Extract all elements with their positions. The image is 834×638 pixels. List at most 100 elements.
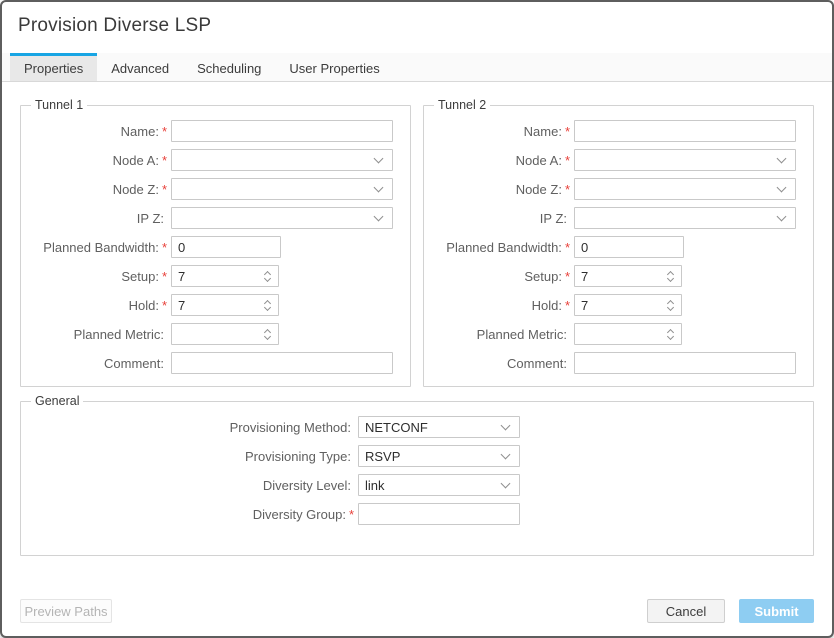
tunnel2-comment-input[interactable] (574, 352, 796, 374)
field-row: Hold:* (27, 294, 402, 316)
required-asterisk: * (565, 124, 570, 139)
tunnel1-planned-metric-label: Planned Metric: (27, 327, 167, 342)
diversity-group-label: Diversity Group:* (27, 507, 354, 522)
field-row: Diversity Level: link (27, 474, 805, 496)
tunnel2-hold-input[interactable] (575, 296, 668, 314)
field-row: Setup:* (430, 265, 805, 287)
general-legend: General (31, 394, 83, 408)
tunnel1-planned-bandwidth-input[interactable] (171, 236, 281, 258)
tunnel1-name-input[interactable] (171, 120, 393, 142)
tunnel1-node-a-select[interactable] (171, 149, 393, 171)
tab-scheduling[interactable]: Scheduling (183, 53, 275, 81)
diversity-level-label: Diversity Level: (27, 478, 354, 493)
tunnel1-name-label: Name:* (27, 124, 167, 139)
provisioning-type-select[interactable]: RSVP (358, 445, 520, 467)
tunnel2-comment-label: Comment: (430, 356, 570, 371)
required-asterisk: * (349, 507, 354, 522)
tunnel2-ip-z-label: IP Z: (430, 211, 570, 226)
field-row: Planned Bandwidth:* (27, 236, 402, 258)
chevron-down-icon (777, 154, 787, 164)
spinner-buttons[interactable] (668, 272, 681, 281)
tunnel1-fieldset: Tunnel 1 Name:* Node A:* Node Z:* (20, 98, 411, 387)
required-asterisk: * (565, 298, 570, 313)
tunnel1-ip-z-select[interactable] (171, 207, 393, 229)
field-row: Comment: (430, 352, 805, 374)
field-row: Provisioning Type: RSVP (27, 445, 805, 467)
provision-diverse-lsp-dialog: Provision Diverse LSP Properties Advance… (0, 0, 834, 638)
required-asterisk: * (162, 153, 167, 168)
field-row: Node A:* (27, 149, 402, 171)
tunnel2-setup-spinner[interactable] (574, 265, 682, 287)
required-asterisk: * (565, 182, 570, 197)
provisioning-type-label: Provisioning Type: (27, 449, 354, 464)
field-row: Name:* (430, 120, 805, 142)
tunnel1-planned-metric-input[interactable] (172, 325, 265, 343)
field-row: Planned Metric: (27, 323, 402, 345)
tunnel1-setup-input[interactable] (172, 267, 265, 285)
cancel-button[interactable]: Cancel (647, 599, 725, 623)
tunnel2-node-a-select[interactable] (574, 149, 796, 171)
spinner-buttons[interactable] (265, 272, 278, 281)
tunnel1-node-z-select[interactable] (171, 178, 393, 200)
tunnel2-hold-spinner[interactable] (574, 294, 682, 316)
tunnel1-legend: Tunnel 1 (31, 98, 87, 112)
field-row: Provisioning Method: NETCONF (27, 416, 805, 438)
tunnel2-planned-bandwidth-input[interactable] (574, 236, 684, 258)
tunnel2-planned-metric-input[interactable] (575, 325, 668, 343)
field-row: IP Z: (430, 207, 805, 229)
field-row: Node Z:* (27, 178, 402, 200)
diversity-level-select[interactable]: link (358, 474, 520, 496)
required-asterisk: * (162, 240, 167, 255)
tunnel1-comment-input[interactable] (171, 352, 393, 374)
field-row: Node Z:* (430, 178, 805, 200)
tunnel1-setup-spinner[interactable] (171, 265, 279, 287)
spinner-buttons[interactable] (265, 330, 278, 339)
tunnel2-ip-z-select[interactable] (574, 207, 796, 229)
spinner-buttons[interactable] (668, 330, 681, 339)
chevron-down-icon (501, 479, 511, 489)
provisioning-method-label: Provisioning Method: (27, 420, 354, 435)
tunnel1-hold-label: Hold:* (27, 298, 167, 313)
spinner-buttons[interactable] (265, 301, 278, 310)
tab-properties[interactable]: Properties (10, 53, 97, 81)
field-row: Setup:* (27, 265, 402, 287)
dialog-footer: Preview Paths Cancel Submit (2, 599, 832, 623)
tunnel2-setup-input[interactable] (575, 267, 668, 285)
dialog-titlebar: Provision Diverse LSP (2, 2, 832, 53)
submit-button[interactable]: Submit (739, 599, 814, 623)
field-row: Diversity Group:* (27, 503, 805, 525)
spinner-buttons[interactable] (668, 301, 681, 310)
tab-user-properties[interactable]: User Properties (275, 53, 393, 81)
chevron-down-icon (374, 212, 384, 222)
tunnel2-node-z-select[interactable] (574, 178, 796, 200)
field-row: Planned Bandwidth:* (430, 236, 805, 258)
tunnel1-node-z-label: Node Z:* (27, 182, 167, 197)
tunnel2-hold-label: Hold:* (430, 298, 570, 313)
required-asterisk: * (565, 153, 570, 168)
tunnel1-hold-spinner[interactable] (171, 294, 279, 316)
tab-advanced[interactable]: Advanced (97, 53, 183, 81)
required-asterisk: * (162, 182, 167, 197)
tunnel2-setup-label: Setup:* (430, 269, 570, 284)
required-asterisk: * (565, 240, 570, 255)
tunnel1-setup-label: Setup:* (27, 269, 167, 284)
tunnel1-planned-metric-spinner[interactable] (171, 323, 279, 345)
chevron-down-icon (777, 212, 787, 222)
chevron-down-icon (777, 183, 787, 193)
preview-paths-button[interactable]: Preview Paths (20, 599, 112, 623)
tunnel1-hold-input[interactable] (172, 296, 265, 314)
tunnel2-node-a-label: Node A:* (430, 153, 570, 168)
provisioning-method-select[interactable]: NETCONF (358, 416, 520, 438)
select-value: NETCONF (365, 420, 428, 435)
tunnel1-ip-z-label: IP Z: (27, 211, 167, 226)
tunnel2-name-input[interactable] (574, 120, 796, 142)
field-row: Name:* (27, 120, 402, 142)
tunnel2-node-z-label: Node Z:* (430, 182, 570, 197)
diversity-group-input[interactable] (358, 503, 520, 525)
select-value: RSVP (365, 449, 400, 464)
tunnels-row: Tunnel 1 Name:* Node A:* Node Z:* (2, 98, 832, 387)
select-value: link (365, 478, 385, 493)
tunnel2-planned-metric-spinner[interactable] (574, 323, 682, 345)
tunnel2-fieldset: Tunnel 2 Name:* Node A:* Node Z:* (423, 98, 814, 387)
tunnel1-planned-bandwidth-label: Planned Bandwidth:* (27, 240, 167, 255)
